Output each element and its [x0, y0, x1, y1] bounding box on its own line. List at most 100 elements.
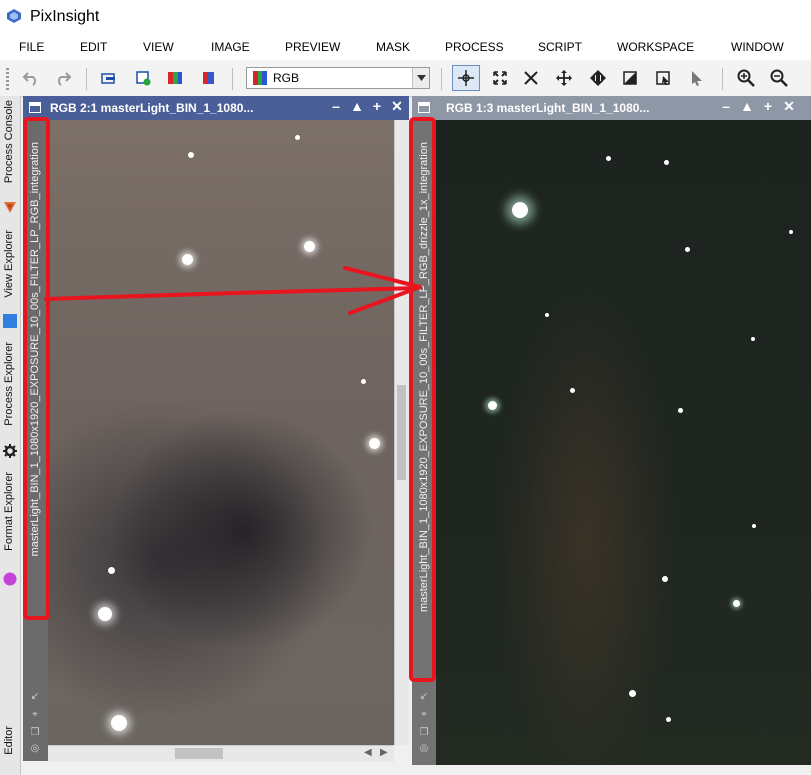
readout-mode-icon[interactable]	[452, 65, 480, 91]
star	[188, 152, 194, 158]
view-explorer-icon	[3, 314, 17, 328]
horizontal-scrollbar-thumb[interactable]	[175, 748, 223, 759]
star	[678, 408, 683, 413]
menu-window[interactable]: WINDOW	[731, 40, 784, 54]
maximize-icon[interactable]: +	[369, 98, 385, 116]
title-bar: PixInsight	[0, 0, 811, 34]
star	[733, 600, 740, 607]
vertical-scrollbar-left[interactable]	[394, 120, 409, 745]
tab-view-explorer-label: View Explorer	[3, 230, 15, 298]
mask-icon[interactable]	[617, 66, 643, 90]
image-view-left[interactable]	[48, 120, 394, 745]
shade-icon[interactable]: ▲	[349, 98, 365, 116]
process-console-icon	[4, 202, 16, 213]
rgb-swatch-icon	[253, 71, 267, 85]
explorer-sidebar: Process Console View Explorer Process Ex…	[0, 96, 21, 775]
menu-preview[interactable]: PREVIEW	[285, 40, 340, 54]
undo-icon[interactable]	[18, 66, 44, 90]
minimize-icon[interactable]: –	[328, 98, 344, 116]
menu-image[interactable]: IMAGE	[211, 40, 250, 54]
menu-script[interactable]: SCRIPT	[538, 40, 582, 54]
window-icon	[29, 102, 41, 113]
rgb-channels-icon[interactable]	[162, 66, 188, 90]
star	[369, 438, 380, 449]
toolbar: RGB	[0, 60, 811, 97]
chevron-down-icon[interactable]	[412, 68, 429, 88]
star	[606, 156, 611, 161]
menu-file[interactable]: FILE	[19, 40, 44, 54]
shade-icon[interactable]: ▲	[739, 98, 755, 116]
annotation-highlight-right	[409, 117, 436, 682]
annotation-arrow	[44, 266, 422, 315]
tab-process-explorer[interactable]: Process Explorer	[0, 338, 20, 464]
move-all-icon[interactable]	[585, 66, 611, 90]
menu-process[interactable]: PROCESS	[445, 40, 504, 54]
star	[789, 230, 793, 234]
zoom-level-icon[interactable]: ◎	[418, 743, 430, 754]
star	[108, 567, 115, 574]
redo-icon[interactable]	[50, 66, 76, 90]
image-window-left-titlebar[interactable]: RGB 2:1 masterLight_BIN_1_1080... – ▲ + …	[23, 96, 409, 120]
fit-view-icon[interactable]	[518, 66, 544, 90]
fit-icon[interactable]: ⌖	[29, 709, 41, 720]
image-window-right-titlebar[interactable]: RGB 1:3 masterLight_BIN_1_1080... – ▲ + …	[412, 96, 811, 120]
star	[685, 247, 690, 252]
window-icon	[418, 102, 430, 113]
zoom-level-icon[interactable]: ◎	[29, 743, 41, 754]
star	[666, 717, 671, 722]
tab-process-console-label: Process Console	[3, 100, 15, 184]
screen-transfer-icon[interactable]	[96, 66, 122, 90]
horizontal-scrollbar-left[interactable]: ◀ ▶	[48, 745, 394, 762]
scroll-right-icon[interactable]: ▶	[380, 747, 388, 758]
preview-edit-icon[interactable]	[650, 66, 676, 90]
tab-format-explorer[interactable]: Format Explorer	[0, 468, 20, 592]
zoom-out-icon[interactable]	[766, 66, 792, 90]
menu-view[interactable]: VIEW	[143, 40, 174, 54]
new-image-icon[interactable]	[130, 66, 156, 90]
select-icon[interactable]	[684, 66, 710, 90]
star	[629, 690, 636, 697]
tab-view-explorer[interactable]: View Explorer	[0, 224, 20, 334]
shrink-icon[interactable]: ↙	[29, 691, 41, 702]
star	[752, 524, 756, 528]
close-icon[interactable]: ✕	[781, 98, 797, 116]
gear-icon	[3, 444, 17, 458]
star	[751, 337, 755, 341]
view-select[interactable]: RGB	[246, 67, 430, 89]
image-window-right-caption: RGB 1:3 masterLight_BIN_1_1080...	[446, 101, 650, 115]
maximize-icon[interactable]: +	[760, 98, 776, 116]
zoom-in-out-mode-icon[interactable]	[487, 66, 513, 90]
star	[304, 241, 315, 252]
menu-workspace[interactable]: WORKSPACE	[617, 40, 694, 54]
clone-icon[interactable]: ❐	[29, 727, 41, 738]
app-title: PixInsight	[30, 8, 100, 25]
minimize-icon[interactable]: –	[718, 98, 734, 116]
format-explorer-icon	[3, 572, 17, 586]
fit-icon[interactable]: ⌖	[418, 709, 430, 720]
toolbar-grip[interactable]	[6, 68, 9, 90]
image-window-left-caption: RGB 2:1 masterLight_BIN_1_1080...	[50, 101, 254, 115]
vertical-scrollbar-thumb[interactable]	[397, 385, 406, 480]
zoom-in-icon[interactable]	[733, 66, 759, 90]
annotation-highlight-left	[23, 117, 50, 620]
close-icon[interactable]: ✕	[389, 98, 405, 116]
star	[570, 388, 575, 393]
menu-edit[interactable]: EDIT	[80, 40, 107, 54]
image-view-right[interactable]	[436, 120, 811, 765]
shrink-icon[interactable]: ↙	[418, 691, 430, 702]
star	[662, 576, 668, 582]
star	[512, 202, 528, 218]
clone-icon[interactable]: ❐	[418, 727, 430, 738]
star	[295, 135, 300, 140]
tab-editor[interactable]: Editor	[0, 726, 20, 775]
star	[98, 607, 112, 621]
menu-bar: FILE EDIT VIEW IMAGE PREVIEW MASK PROCES…	[0, 34, 811, 60]
scroll-left-icon[interactable]: ◀	[364, 747, 372, 758]
tab-format-explorer-label: Format Explorer	[3, 472, 15, 551]
pixinsight-logo-icon	[7, 9, 21, 23]
menu-mask[interactable]: MASK	[376, 40, 410, 54]
color-management-icon[interactable]	[196, 66, 222, 90]
tab-process-console[interactable]: Process Console	[0, 96, 20, 220]
pan-mode-icon[interactable]	[551, 66, 577, 90]
tab-process-explorer-label: Process Explorer	[3, 342, 15, 426]
